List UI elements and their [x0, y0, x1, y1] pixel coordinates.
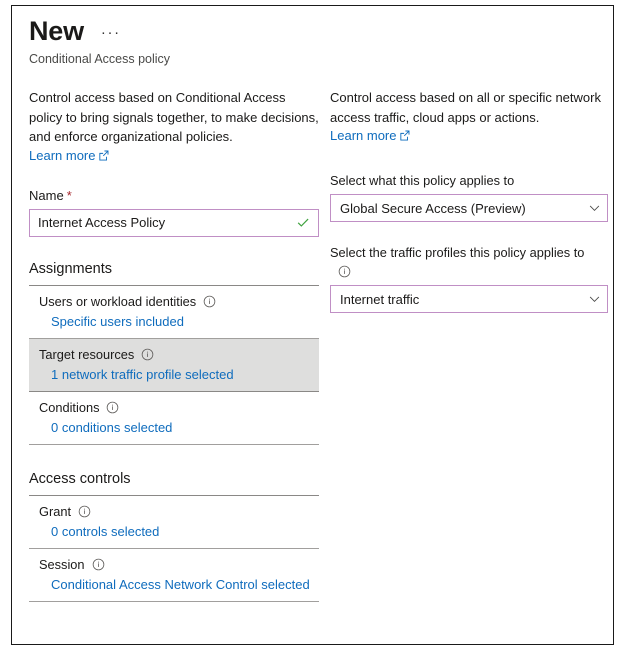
left-description: Control access based on Conditional Acce…	[29, 90, 319, 144]
learn-more-link-right[interactable]: Learn more	[330, 128, 410, 144]
learn-more-link-left[interactable]: Learn more	[29, 148, 109, 164]
group-heading-text: Grant	[39, 503, 72, 519]
divider	[29, 443, 319, 445]
group-heading: Target resources	[29, 339, 319, 367]
grant-controls-link[interactable]: 0 controls selected	[51, 524, 159, 539]
session-control-link[interactable]: Conditional Access Network Control selec…	[51, 577, 310, 592]
group-target-resources[interactable]: Target resources 1 network traffic profi…	[29, 338, 319, 391]
group-link-row[interactable]: 1 network traffic profile selected	[29, 367, 319, 391]
specific-users-included-link[interactable]: Specific users included	[51, 314, 184, 329]
name-label: Name *	[29, 187, 319, 205]
group-heading: Session	[29, 549, 319, 577]
info-icon[interactable]	[78, 505, 91, 518]
group-heading-text: Conditions	[39, 399, 100, 415]
assignments-section-title: Assignments	[29, 260, 113, 277]
group-heading: Grant	[29, 496, 319, 524]
group-conditions[interactable]: Conditions 0 conditions selected	[29, 392, 319, 444]
traffic-profiles-label: Select the traffic profiles this policy …	[330, 244, 608, 281]
learn-more-label-left: Learn more	[29, 147, 96, 163]
info-icon[interactable]	[338, 265, 351, 278]
applies-to-label: Select what this policy applies to	[330, 173, 515, 188]
group-link-row[interactable]: 0 conditions selected	[29, 420, 319, 444]
new-conditional-access-policy-panel: New ··· Conditional Access policy Contro…	[11, 5, 614, 645]
info-icon[interactable]	[141, 348, 154, 361]
conditions-selected-link[interactable]: 0 conditions selected	[51, 420, 172, 435]
name-input[interactable]	[38, 215, 292, 230]
learn-more-label-right: Learn more	[330, 128, 397, 143]
policy-applies-to-value: Global Secure Access (Preview)	[340, 200, 526, 216]
group-heading-text: Users or workload identities	[39, 293, 197, 309]
divider	[29, 600, 319, 602]
title-row: New ···	[29, 14, 170, 48]
right-column: Control access based on all or specific …	[330, 88, 608, 313]
info-icon[interactable]	[203, 295, 216, 308]
right-description: Control access based on all or specific …	[330, 90, 601, 125]
info-icon[interactable]	[92, 558, 105, 571]
overflow-menu-icon[interactable]: ···	[101, 25, 121, 40]
group-heading-text: Target resources	[39, 346, 135, 362]
chevron-down-icon	[588, 293, 601, 306]
group-heading: Users or workload identities	[29, 286, 319, 314]
group-grant[interactable]: Grant 0 controls selected	[29, 496, 319, 548]
policy-applies-to-dropdown[interactable]: Global Secure Access (Preview)	[330, 194, 608, 222]
group-link-row[interactable]: Specific users included	[29, 314, 319, 338]
group-link-row[interactable]: 0 controls selected	[29, 524, 319, 548]
panel-header: New ··· Conditional Access policy	[29, 14, 170, 67]
left-column: Control access based on Conditional Acce…	[29, 88, 319, 602]
page-subtitle: Conditional Access policy	[29, 52, 171, 66]
traffic-profiles-dropdown[interactable]: Internet traffic	[330, 285, 608, 313]
group-heading-text: Session	[39, 556, 85, 572]
group-link-row[interactable]: Conditional Access Network Control selec…	[29, 577, 319, 601]
valid-check-icon	[296, 216, 310, 230]
access-controls-section-title: Access controls	[29, 470, 131, 487]
info-icon[interactable]	[106, 401, 119, 414]
group-session[interactable]: Session Conditional Access Network Contr…	[29, 549, 319, 601]
name-label-text: Name	[29, 187, 64, 203]
group-heading: Conditions	[29, 392, 319, 420]
page-title: New	[29, 16, 84, 46]
external-link-icon	[399, 129, 410, 144]
required-asterisk: *	[66, 187, 72, 203]
name-textbox[interactable]	[29, 208, 319, 237]
group-users-or-workload-identities[interactable]: Users or workload identities Specific us…	[29, 286, 319, 338]
external-link-icon	[98, 149, 109, 164]
chevron-down-icon	[588, 202, 601, 215]
traffic-profiles-label-text: Select the traffic profiles this policy …	[330, 245, 585, 260]
network-traffic-profile-link[interactable]: 1 network traffic profile selected	[51, 367, 234, 382]
traffic-profiles-value: Internet traffic	[340, 291, 420, 307]
